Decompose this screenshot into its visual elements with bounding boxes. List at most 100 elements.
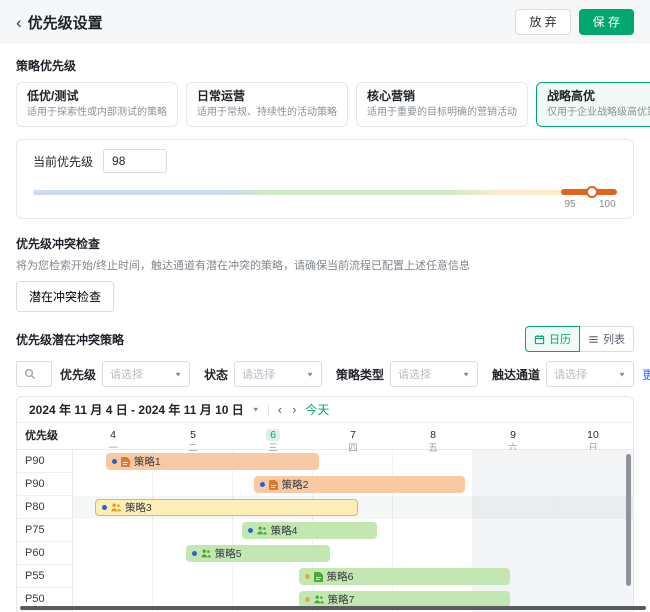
filter-group-2: 状态 请选择 ▼ bbox=[204, 361, 322, 387]
filter-group-3: 策略类型 请选择 ▼ bbox=[336, 361, 478, 387]
priority-cell: P75 bbox=[17, 519, 73, 542]
vertical-scrollbar[interactable] bbox=[626, 454, 631, 586]
slider-track bbox=[33, 190, 613, 195]
view-toggle: 日历 列表 bbox=[525, 326, 634, 352]
priority-slider[interactable]: 95 100 bbox=[33, 186, 617, 208]
row-track: 策略3 bbox=[73, 496, 633, 519]
strategy-bar-label: 策略4 bbox=[271, 523, 298, 538]
filter-select[interactable]: 请选择 ▼ bbox=[390, 361, 478, 387]
strategy-bar-label: 策略1 bbox=[134, 454, 161, 469]
slider-max-label: 100 bbox=[599, 199, 616, 210]
conflict-section-title: 优先级冲突检查 bbox=[16, 235, 634, 252]
tier-card-list: 低优/测试 适用于探索性或内部测试的策略日常运营 适用于常规、持续性的活动策略核… bbox=[16, 82, 634, 127]
filter-label: 状态 bbox=[204, 366, 228, 383]
strategy-doc-icon bbox=[121, 457, 130, 467]
gantt-row-2: P90 策略2 bbox=[17, 473, 633, 496]
gantt-row-1: P90 策略1 bbox=[17, 450, 633, 473]
filter-select[interactable]: 请选择 ▼ bbox=[546, 361, 634, 387]
strategy-bar-label: 策略7 bbox=[328, 592, 355, 607]
filter-select-value: 请选择 bbox=[398, 366, 431, 382]
current-priority-input[interactable] bbox=[103, 149, 167, 173]
filter-bar: 优先级 请选择 ▼ 状态 请选择 ▼ 策略类型 请选择 ▼ 触达通道 请选择 ▼… bbox=[16, 361, 634, 387]
today-link[interactable]: 今天 bbox=[305, 401, 329, 418]
row-track: 策略2 bbox=[73, 473, 633, 496]
strategy-bar[interactable]: 策略3 bbox=[95, 499, 359, 516]
status-dot-blue bbox=[260, 482, 265, 487]
tier-card-4[interactable]: 战略高优 仅用于企业战略级高优策略 bbox=[536, 82, 650, 127]
priority-box: 当前优先级 95 100 bbox=[16, 139, 634, 219]
gantt-row-5: P60 策略5 bbox=[17, 542, 633, 565]
day-number: 5 bbox=[186, 429, 200, 441]
strategy-bar-label: 策略5 bbox=[215, 546, 242, 561]
filter-select[interactable]: 请选择 ▼ bbox=[234, 361, 322, 387]
horizontal-scrollbar[interactable] bbox=[20, 606, 646, 610]
strategy-doc-icon bbox=[269, 480, 278, 490]
next-week-button[interactable]: › bbox=[291, 403, 297, 416]
priority-cell: P90 bbox=[17, 450, 73, 473]
filter-group-4: 触达通道 请选择 ▼ bbox=[492, 361, 634, 387]
priority-cell: P90 bbox=[17, 473, 73, 496]
strategy-bar[interactable]: 策略5 bbox=[186, 545, 330, 562]
more-filters-link[interactable]: 更多 ∨ bbox=[642, 366, 650, 383]
strategy-bar[interactable]: 策略1 bbox=[106, 453, 319, 470]
list-view-button[interactable]: 列表 bbox=[579, 326, 634, 352]
page-header: ‹ 优先级设置 放 弃 保 存 bbox=[0, 0, 650, 44]
strategy-bar[interactable]: 策略2 bbox=[254, 476, 466, 493]
calendar-header-row: 优先级 4 一5 二6 三7 四8 五9 六10 日 bbox=[17, 423, 633, 450]
divider bbox=[268, 404, 269, 416]
strategy-people-icon bbox=[257, 526, 267, 535]
chevron-down-icon: ▼ bbox=[618, 370, 626, 377]
filter-select-value: 请选择 bbox=[554, 366, 587, 382]
save-button[interactable]: 保 存 bbox=[579, 9, 634, 35]
priority-settings-page: ‹ 优先级设置 放 弃 保 存 策略优先级 低优/测试 适用于探索性或内部测试的… bbox=[0, 0, 650, 612]
tier-card-desc: 适用于探索性或内部测试的策略 bbox=[27, 106, 167, 119]
filter-select-value: 请选择 bbox=[242, 366, 275, 382]
tier-card-1[interactable]: 低优/测试 适用于探索性或内部测试的策略 bbox=[16, 82, 178, 127]
tier-card-title: 战略高优 bbox=[547, 89, 650, 104]
back-icon[interactable]: ‹ bbox=[16, 14, 22, 31]
calendar-nav: 2024 年 11 月 4 日 - 2024 年 11 月 10 日 ▼ ‹ ›… bbox=[17, 397, 633, 423]
tier-card-2[interactable]: 日常运营 适用于常规、持续性的活动策略 bbox=[186, 82, 348, 127]
search-box bbox=[16, 361, 52, 387]
priority-cell: P55 bbox=[17, 565, 73, 588]
list-icon bbox=[588, 334, 599, 345]
strategy-bar[interactable]: 策略4 bbox=[242, 522, 378, 539]
strategy-bar-label: 策略6 bbox=[327, 569, 354, 584]
day-number: 9 bbox=[506, 429, 520, 441]
strategy-bar-label: 策略3 bbox=[125, 500, 152, 515]
strategy-bar[interactable]: 策略6 bbox=[299, 568, 511, 585]
row-track: 策略1 bbox=[73, 450, 633, 473]
tier-card-title: 核心营销 bbox=[367, 89, 517, 104]
calendar-icon bbox=[534, 334, 545, 345]
status-dot-blue bbox=[112, 459, 117, 464]
chevron-down-icon: ▼ bbox=[462, 370, 470, 377]
conflict-list-title: 优先级潜在冲突策略 bbox=[16, 331, 124, 348]
filter-label: 策略类型 bbox=[336, 366, 384, 383]
gantt-row-4: P75 策略4 bbox=[17, 519, 633, 542]
tier-card-title: 低优/测试 bbox=[27, 89, 167, 104]
day-number: 6 bbox=[266, 429, 280, 441]
status-dot-blue bbox=[102, 505, 107, 510]
filter-select[interactable]: 请选择 ▼ bbox=[102, 361, 190, 387]
tier-section-label: 策略优先级 bbox=[16, 57, 634, 74]
conflict-section-desc: 将为您检索开始/终止时间，触达通道有潜在冲突的策略，请确保当前流程已配置上述任意… bbox=[16, 257, 634, 273]
calendar-view-label: 日历 bbox=[549, 331, 571, 347]
filter-label: 优先级 bbox=[60, 366, 96, 383]
date-range-label[interactable]: 2024 年 11 月 4 日 - 2024 年 11 月 10 日 bbox=[29, 401, 244, 418]
priority-cell: P80 bbox=[17, 496, 73, 519]
prev-week-button[interactable]: ‹ bbox=[277, 403, 283, 416]
tier-card-desc: 适用于重要的目标明确的营销活动 bbox=[367, 106, 517, 119]
strategy-people-icon bbox=[201, 549, 211, 558]
tier-card-3[interactable]: 核心营销 适用于重要的目标明确的营销活动 bbox=[356, 82, 528, 127]
status-dot-yellow bbox=[305, 574, 310, 579]
status-dot-blue bbox=[192, 551, 197, 556]
slider-handle[interactable] bbox=[586, 186, 598, 198]
date-range-caret-icon[interactable]: ▼ bbox=[252, 406, 260, 413]
day-number: 10 bbox=[583, 429, 603, 441]
current-priority-label: 当前优先级 bbox=[33, 153, 93, 170]
calendar-view-button[interactable]: 日历 bbox=[525, 326, 580, 352]
conflict-check-button[interactable]: 潜在冲突检查 bbox=[16, 281, 114, 312]
list-view-label: 列表 bbox=[603, 331, 625, 347]
discard-button[interactable]: 放 弃 bbox=[515, 9, 570, 35]
status-dot-blue bbox=[248, 528, 253, 533]
